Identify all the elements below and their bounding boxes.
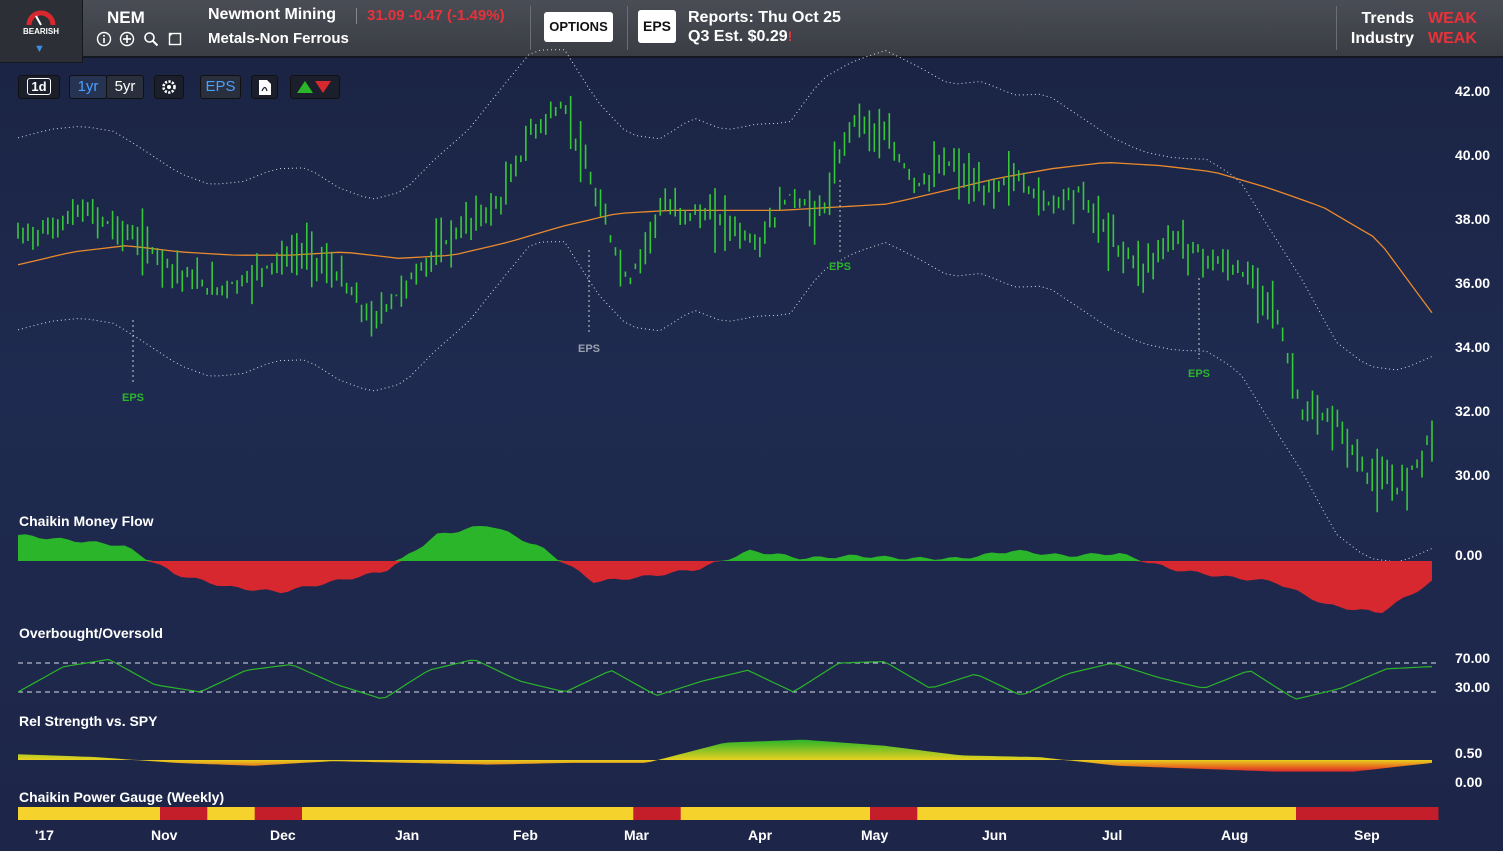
power-gauge-week bbox=[586, 807, 634, 820]
power-gauge-week bbox=[964, 807, 1013, 820]
power-gauge-week bbox=[302, 807, 350, 820]
rs-positive-area bbox=[18, 739, 1432, 760]
price-bars bbox=[17, 95, 1433, 513]
obos-line bbox=[17, 658, 1440, 700]
power-gauge-strip bbox=[18, 807, 1439, 820]
cmf-positive-area bbox=[18, 526, 1432, 561]
power-gauge-week bbox=[349, 807, 398, 820]
power-gauge-week bbox=[728, 807, 776, 820]
power-gauge-week bbox=[917, 807, 966, 820]
power-gauge-week bbox=[207, 807, 256, 820]
eps-label: EPS bbox=[578, 343, 600, 355]
cmf-negative-area bbox=[18, 561, 1432, 613]
power-gauge-week bbox=[65, 807, 114, 820]
power-gauge-week bbox=[254, 807, 303, 820]
power-gauge-week bbox=[1059, 807, 1108, 820]
power-gauge-week bbox=[396, 807, 445, 820]
eps-label: EPS bbox=[122, 392, 144, 404]
power-gauge-week bbox=[160, 807, 208, 820]
power-gauge-week bbox=[491, 807, 540, 820]
eps-label: EPS bbox=[829, 261, 851, 273]
obos-path bbox=[17, 658, 1433, 700]
cmf-area bbox=[18, 526, 1432, 613]
power-gauge-week bbox=[822, 807, 871, 820]
power-gauge-week bbox=[775, 807, 824, 820]
power-gauge-week bbox=[1012, 807, 1060, 820]
eps-markers: EPS EPS EPS EPS bbox=[122, 180, 1210, 404]
power-gauge-week bbox=[444, 807, 492, 820]
stock-chart[interactable]: EPS EPS EPS EPS bbox=[0, 0, 1503, 851]
lower-band bbox=[17, 241, 1433, 563]
power-gauge-week bbox=[1154, 807, 1202, 820]
bollinger-bands bbox=[17, 49, 1433, 563]
power-gauge-week bbox=[680, 807, 729, 820]
power-gauge-week bbox=[112, 807, 161, 820]
power-gauge-week bbox=[1343, 807, 1392, 820]
rs-negative-area bbox=[18, 760, 1432, 772]
rel-strength-area bbox=[18, 739, 1432, 772]
power-gauge-week bbox=[18, 807, 66, 820]
power-gauge-week bbox=[1248, 807, 1297, 820]
power-gauge-week bbox=[633, 807, 682, 820]
power-gauge-week bbox=[1106, 807, 1155, 820]
power-gauge-week bbox=[538, 807, 587, 820]
power-gauge-week bbox=[1201, 807, 1250, 820]
power-gauge-week bbox=[1296, 807, 1344, 820]
eps-label: EPS bbox=[1188, 368, 1210, 380]
power-gauge-week bbox=[1390, 807, 1439, 820]
power-gauge-week bbox=[870, 807, 918, 820]
